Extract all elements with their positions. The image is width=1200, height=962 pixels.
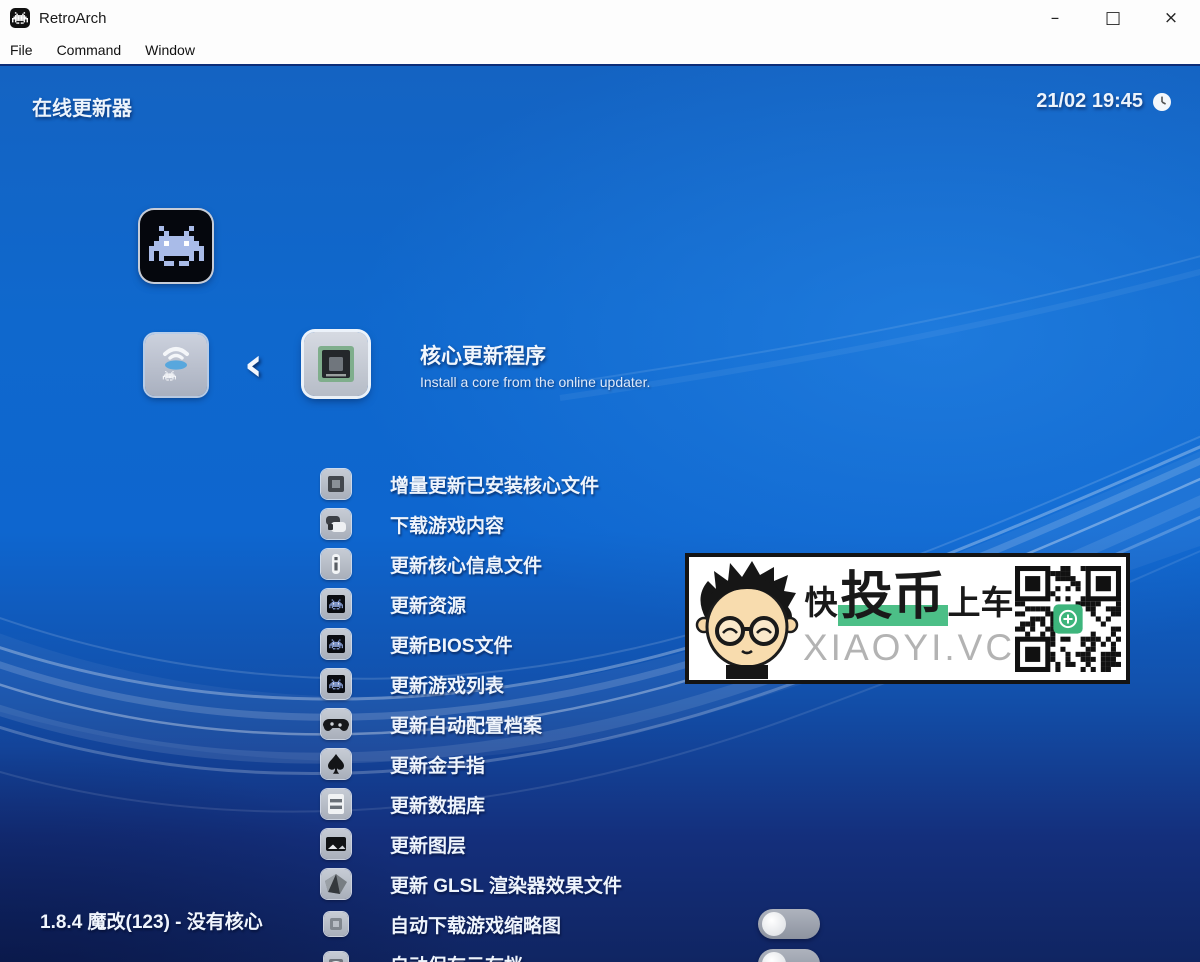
watermark-line1-emphasis: 投币 xyxy=(838,568,948,626)
assets-icon xyxy=(321,589,351,619)
cheats-icon xyxy=(321,749,351,779)
selected-item-subtitle: Install a core from the online updater. xyxy=(420,374,650,390)
clock-area: 21/02 19:45 xyxy=(1036,90,1172,113)
retroarch-window: RetroArch – □ × File Command Window 在线更新… xyxy=(0,0,1200,962)
selected-item-title: 核心更新程序 xyxy=(420,340,546,370)
watermark-site-text: XIAOYI.VC xyxy=(803,627,1015,669)
cloud-save-icon xyxy=(324,952,348,962)
datetime-text: 21/02 19:45 xyxy=(1036,90,1143,113)
maximize-button[interactable]: □ xyxy=(1084,0,1142,36)
list-item[interactable]: 自动保存云存档 xyxy=(320,944,920,962)
info-icon xyxy=(321,549,351,579)
menu-bar: File Command Window xyxy=(0,36,1200,65)
minimize-button[interactable]: – xyxy=(1026,0,1084,36)
chip-icon xyxy=(321,469,351,499)
menu-file[interactable]: File xyxy=(0,36,45,64)
screen-title: 在线更新器 xyxy=(32,92,132,121)
database-icon xyxy=(321,789,351,819)
watermark-line1-suffix: 上车 xyxy=(948,584,1014,621)
retroarch-logo-icon xyxy=(140,210,212,282)
content-download-icon xyxy=(321,509,351,539)
watermark-banner: 快投币上车 XIAOYI.VC xyxy=(685,553,1130,684)
clock-icon xyxy=(1152,92,1172,112)
core-updater-chip-icon[interactable] xyxy=(304,332,368,396)
list-item[interactable]: 更新数据库 xyxy=(320,784,920,824)
online-updater-icon[interactable] xyxy=(145,334,207,396)
back-arrow[interactable]: ‹ xyxy=(244,336,263,392)
watermark-line1-prefix: 快 xyxy=(805,584,838,621)
toggle-switch[interactable] xyxy=(758,949,820,962)
menu-command[interactable]: Command xyxy=(45,36,134,64)
gamepad-icon xyxy=(321,709,351,739)
toggle-knob xyxy=(762,952,786,962)
close-button[interactable]: × xyxy=(1142,0,1200,36)
list-item[interactable]: 更新 GLSL 渲染器效果文件 xyxy=(320,864,920,904)
title-bar: RetroArch – □ × xyxy=(0,0,1200,36)
playlists-icon xyxy=(321,669,351,699)
list-item[interactable]: 更新金手指 xyxy=(320,744,920,784)
toggle-knob xyxy=(762,912,786,936)
updater-menu-list: 增量更新已安装核心文件 下载游戏内容 更新核心信息文件 更新资源 更新BIOS文… xyxy=(320,464,920,962)
overlay-icon xyxy=(321,829,351,859)
list-item[interactable]: 下载游戏内容 xyxy=(320,504,920,544)
shaders-icon xyxy=(321,869,351,899)
retroarch-app-icon xyxy=(10,8,30,28)
bios-icon xyxy=(321,629,351,659)
list-item[interactable]: 更新图层 xyxy=(320,824,920,864)
window-title: RetroArch xyxy=(39,10,107,27)
cartoon-avatar xyxy=(691,559,803,679)
watermark-text: 快投币上车 XIAOYI.VC xyxy=(803,571,1015,669)
list-item[interactable]: 增量更新已安装核心文件 xyxy=(320,464,920,504)
version-status-text: 1.8.4 魔改(123) - 没有核心 xyxy=(40,907,263,934)
toggle-switch[interactable] xyxy=(758,909,820,939)
menu-window[interactable]: Window xyxy=(133,36,207,64)
xmb-main-area: 在线更新器 21/02 19:45 ‹ xyxy=(0,64,1200,962)
qr-code xyxy=(1015,566,1121,672)
list-item[interactable]: 自动下载游戏缩略图 xyxy=(320,904,920,944)
thumbnail-icon xyxy=(324,912,348,936)
list-item[interactable]: 更新自动配置档案 xyxy=(320,704,920,744)
